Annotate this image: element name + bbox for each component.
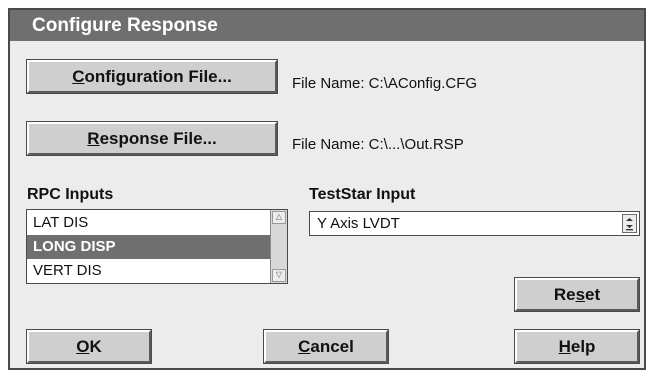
reset-button[interactable]: Reset bbox=[514, 277, 640, 312]
ok-button[interactable]: OK bbox=[26, 329, 152, 364]
help-label: elp bbox=[570, 336, 596, 356]
cancel-label: ancel bbox=[310, 336, 354, 356]
configuration-file-mnemonic: C bbox=[72, 66, 85, 86]
rpc-inputs-listbox[interactable]: LAT DIS LONG DISP VERT DIS △ ▽ bbox=[26, 209, 288, 284]
ok-label: K bbox=[89, 336, 102, 356]
configuration-file-button[interactable]: Configuration File... bbox=[26, 59, 278, 94]
help-mnemonic: H bbox=[558, 336, 571, 356]
help-button[interactable]: Help bbox=[514, 329, 640, 364]
response-file-label: esponse File... bbox=[99, 128, 217, 148]
list-item-long-disp[interactable]: LONG DISP bbox=[27, 235, 270, 259]
rpc-inputs-scrollbar[interactable]: △ ▽ bbox=[270, 210, 287, 283]
teststar-input-dropdown[interactable]: Y Axis LVDT bbox=[309, 211, 640, 236]
configuration-file-name: File Name: C:\AConfig.CFG bbox=[292, 75, 478, 92]
list-item-lat-dis[interactable]: LAT DIS bbox=[27, 211, 270, 235]
response-file-button[interactable]: Response File... bbox=[26, 121, 278, 156]
response-file-mnemonic: R bbox=[87, 128, 100, 148]
scroll-down-icon[interactable]: ▽ bbox=[272, 269, 286, 282]
dialog-title: Configure Response bbox=[10, 10, 644, 41]
scroll-up-icon[interactable]: △ bbox=[272, 211, 286, 224]
rpc-inputs-heading: RPC Inputs bbox=[27, 186, 114, 203]
reset-label-pre: Re bbox=[553, 284, 576, 304]
list-item-vert-dis[interactable]: VERT DIS bbox=[27, 259, 270, 283]
dropdown-arrow-icon[interactable] bbox=[622, 214, 637, 233]
teststar-input-heading: TestStar Input bbox=[309, 186, 416, 203]
cancel-mnemonic: C bbox=[298, 336, 311, 356]
configuration-file-label: onfiguration File... bbox=[84, 66, 232, 86]
teststar-input-value: Y Axis LVDT bbox=[317, 215, 400, 232]
response-file-name: File Name: C:\...\Out.RSP bbox=[292, 136, 464, 153]
reset-mnemonic: s bbox=[575, 284, 586, 304]
ok-mnemonic: O bbox=[76, 336, 90, 356]
cancel-button[interactable]: Cancel bbox=[263, 329, 389, 364]
reset-label-post: et bbox=[585, 284, 601, 304]
configure-response-dialog: Configure Response Configuration File...… bbox=[8, 8, 646, 370]
